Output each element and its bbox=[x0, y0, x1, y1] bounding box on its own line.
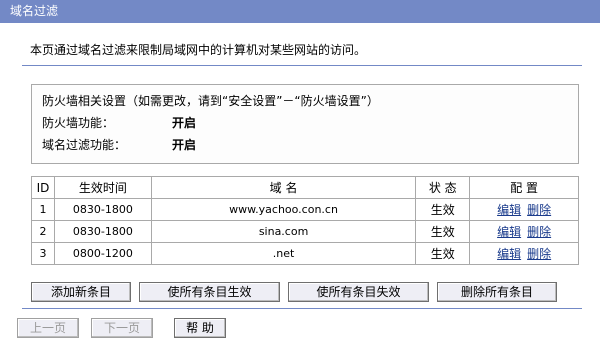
domain-filter-table: ID 生效时间 域 名 状 态 配 置 1 0830-1800 www.yach… bbox=[31, 176, 579, 265]
divider bbox=[22, 308, 582, 309]
row-config: 编辑 删除 bbox=[469, 220, 579, 243]
domain-filter-status-row: 域名过滤功能： 开启 bbox=[42, 136, 196, 153]
page-description: 本页通过域名过滤来限制局域网中的计算机对某些网站的访问。 bbox=[30, 43, 367, 57]
divider bbox=[22, 65, 582, 66]
row-time: 0830-1800 bbox=[53, 198, 152, 221]
next-page-button[interactable]: 下一页 bbox=[91, 318, 153, 338]
edit-link[interactable]: 编辑 bbox=[497, 247, 521, 261]
column-header-time: 生效时间 bbox=[53, 176, 152, 199]
domain-filter-status-value: 开启 bbox=[172, 138, 197, 152]
table-row: 3 0800-1200 .net 生效 编辑 删除 bbox=[31, 242, 579, 265]
row-config: 编辑 删除 bbox=[469, 198, 579, 221]
window-title: 域名过滤 bbox=[0, 0, 600, 23]
firewall-status-value: 开启 bbox=[172, 116, 197, 130]
delete-link[interactable]: 删除 bbox=[527, 203, 551, 217]
delete-link[interactable]: 删除 bbox=[527, 225, 551, 239]
firewall-status-label: 防火墙功能： bbox=[42, 116, 115, 130]
prev-page-button[interactable]: 上一页 bbox=[17, 318, 79, 338]
firewall-status-row: 防火墙功能： 开启 bbox=[42, 114, 196, 131]
row-domain: sina.com bbox=[150, 220, 417, 243]
delete-all-button[interactable]: 删除所有条目 bbox=[437, 282, 557, 302]
row-domain: www.yachoo.con.cn bbox=[150, 198, 417, 221]
disable-all-button[interactable]: 使所有条目失效 bbox=[288, 282, 429, 302]
row-time: 0830-1800 bbox=[53, 220, 152, 243]
help-button[interactable]: 帮 助 bbox=[174, 318, 226, 338]
row-domain: .net bbox=[150, 242, 417, 265]
column-header-id: ID bbox=[31, 176, 55, 199]
row-config: 编辑 删除 bbox=[469, 242, 579, 265]
edit-link[interactable]: 编辑 bbox=[497, 225, 521, 239]
edit-link[interactable]: 编辑 bbox=[497, 203, 521, 217]
delete-link[interactable]: 删除 bbox=[527, 247, 551, 261]
table-row: 2 0830-1800 sina.com 生效 编辑 删除 bbox=[31, 220, 579, 243]
row-status: 生效 bbox=[415, 220, 471, 243]
row-status: 生效 bbox=[415, 242, 471, 265]
domain-filter-status-label: 域名过滤功能： bbox=[42, 138, 127, 152]
row-status: 生效 bbox=[415, 198, 471, 221]
row-id: 1 bbox=[31, 198, 55, 221]
row-id: 2 bbox=[31, 220, 55, 243]
firewall-status-panel: 防火墙相关设置（如需更改，请到“安全设置”－“防火墙设置”） 防火墙功能： 开启 … bbox=[31, 84, 579, 164]
table-header-row: ID 生效时间 域 名 状 态 配 置 bbox=[31, 176, 579, 199]
column-header-status: 状 态 bbox=[415, 176, 471, 199]
column-header-config: 配 置 bbox=[469, 176, 579, 199]
row-time: 0800-1200 bbox=[53, 242, 152, 265]
table-row: 1 0830-1800 www.yachoo.con.cn 生效 编辑 删除 bbox=[31, 198, 579, 221]
column-header-domain: 域 名 bbox=[150, 176, 417, 199]
add-entry-button[interactable]: 添加新条目 bbox=[31, 282, 131, 302]
firewall-hint: 防火墙相关设置（如需更改，请到“安全设置”－“防火墙设置”） bbox=[42, 94, 379, 108]
row-id: 3 bbox=[31, 242, 55, 265]
enable-all-button[interactable]: 使所有条目生效 bbox=[139, 282, 280, 302]
